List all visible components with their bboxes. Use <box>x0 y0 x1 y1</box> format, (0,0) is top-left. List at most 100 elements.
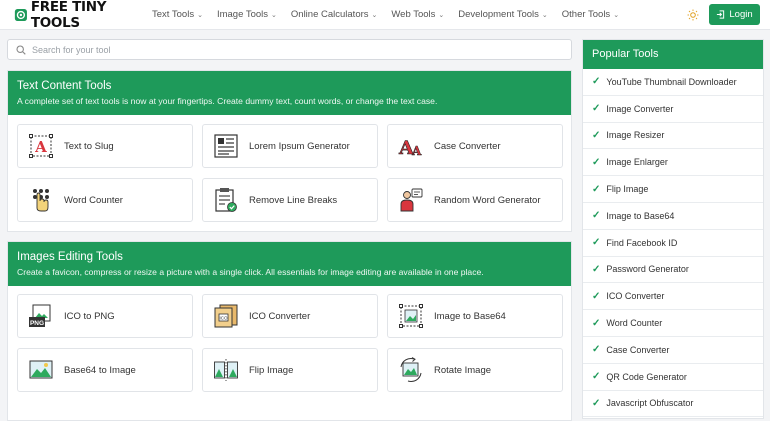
tool-label: Flip Image <box>249 364 294 376</box>
svg-text:ICO: ICO <box>219 316 228 321</box>
tool-card-image-to-base64[interactable]: Image to Base64 <box>387 294 563 338</box>
remove-line-breaks-icon <box>212 186 240 214</box>
login-icon <box>717 10 725 19</box>
tool-label: Random Word Generator <box>434 194 541 206</box>
tool-card-ico-converter[interactable]: ICO ICO Converter <box>202 294 378 338</box>
svg-text:PNG: PNG <box>30 320 44 327</box>
tool-card-ico-to-png[interactable]: PNG ICO to PNG <box>17 294 193 338</box>
section-description: A complete set of text tools is now at y… <box>17 96 438 106</box>
menu-item-development-tools[interactable]: Development Tools ⌄ <box>458 9 548 20</box>
tool-card-lorem-ipsum[interactable]: Lorem Ipsum Generator <box>202 124 378 168</box>
sidebar-item[interactable]: ✓ Find Facebook ID <box>583 230 763 257</box>
sidebar-item-label: YouTube Thumbnail Downloader <box>606 76 737 87</box>
menu-label: Other Tools <box>561 9 611 20</box>
case-converter-icon: A A <box>397 132 425 160</box>
check-icon: ✓ <box>592 344 601 356</box>
sidebar-item[interactable]: ✓ Password Generator <box>583 257 763 284</box>
logo-text: FREE TINY TOOLS <box>30 0 107 31</box>
theme-toggle-button[interactable] <box>685 7 701 23</box>
tool-label: Lorem Ipsum Generator <box>249 140 350 152</box>
images-editing-tools-section: Images Editing Tools Create a favicon, c… <box>7 241 572 421</box>
sidebar-item[interactable]: ✓ Flip Image <box>583 176 763 203</box>
sidebar-item-label: Javascript Obfuscator <box>606 398 694 409</box>
chevron-down-icon: ⌄ <box>438 11 445 19</box>
random-word-icon <box>397 186 425 214</box>
popular-tools-sidebar: Popular Tools ✓ YouTube Thumbnail Downloa… <box>582 39 764 419</box>
tool-card-word-counter[interactable]: Word Counter <box>17 178 193 222</box>
check-icon: ✓ <box>592 237 601 249</box>
tool-label: ICO to PNG <box>64 310 115 322</box>
menu-item-web-tools[interactable]: Web Tools ⌄ <box>391 9 444 20</box>
check-icon: ✓ <box>592 103 601 115</box>
sidebar-item[interactable]: ✓ Image to Base64 <box>583 203 763 230</box>
section-title: Text Content Tools <box>17 80 112 92</box>
menu-label: Image Tools <box>216 9 269 20</box>
sidebar-item[interactable]: ✓ Image Resizer <box>583 123 763 150</box>
sidebar-item-label: Case Converter <box>606 344 670 355</box>
sidebar-item[interactable]: ✓ Image Enlarger <box>583 149 763 177</box>
flip-image-icon <box>212 356 240 384</box>
text-slug-icon: A <box>27 132 55 160</box>
check-icon: ✓ <box>592 210 601 222</box>
tool-card-case-converter[interactable]: A A Case Converter <box>387 124 563 168</box>
sidebar-item[interactable]: ✓ ICO Converter <box>583 283 763 311</box>
tool-label: Base64 to Image <box>64 364 136 376</box>
chevron-down-icon: ⌄ <box>371 11 378 19</box>
tool-card-flip-image[interactable]: Flip Image <box>202 348 378 392</box>
sidebar-item-label: Find Facebook ID <box>606 237 678 248</box>
menu-label: Development Tools <box>458 9 539 20</box>
sidebar-item[interactable]: ✓ Image Converter <box>583 96 763 123</box>
check-icon: ✓ <box>592 371 601 383</box>
sidebar-item[interactable]: ✓ Javascript Obfuscator <box>583 391 763 418</box>
svg-text:A: A <box>34 138 47 156</box>
main-menu: Text Tools ⌄ Image Tools ⌄ Online Calculat… <box>152 9 633 20</box>
sidebar-item-label: Flip Image <box>606 184 649 195</box>
tool-card-random-word-generator[interactable]: Random Word Generator <box>387 178 563 222</box>
chevron-down-icon: ⌄ <box>541 11 548 19</box>
menu-item-online-calculators[interactable]: Online Calculators ⌄ <box>291 9 378 20</box>
sidebar-item-label: Image to Base64 <box>606 210 675 221</box>
sidebar-item-label: ICO Converter <box>606 291 665 302</box>
tool-label: Rotate Image <box>434 364 492 376</box>
section-header: Text Content Tools A complete set of tex… <box>8 71 571 115</box>
ico-to-png-icon: PNG <box>27 302 55 330</box>
sidebar-item[interactable]: ✓ Case Converter <box>583 337 763 364</box>
section-header: Images Editing Tools Create a favicon, c… <box>8 242 571 286</box>
word-counter-icon <box>27 186 55 214</box>
sidebar-item[interactable]: ✓ YouTube Thumbnail Downloader <box>583 69 763 96</box>
svg-text:A: A <box>411 144 422 158</box>
sun-icon <box>687 9 699 21</box>
tool-card-text-to-slug[interactable]: A Text to Slug <box>17 124 193 168</box>
sidebar-item-label: Image Resizer <box>606 130 665 141</box>
sidebar-item[interactable]: ✓ QR Code Generator <box>583 364 763 391</box>
menu-item-other-tools[interactable]: Other Tools ⌄ <box>562 9 619 20</box>
login-button[interactable]: Login <box>709 4 760 25</box>
chevron-down-icon: ⌄ <box>197 11 203 19</box>
sidebar-item-label: Word Counter <box>606 318 663 329</box>
check-icon: ✓ <box>592 290 601 302</box>
check-icon: ✓ <box>592 317 601 329</box>
chevron-down-icon: ⌄ <box>613 11 620 19</box>
check-icon: ✓ <box>592 183 601 195</box>
tool-card-remove-line-breaks[interactable]: Remove Line Breaks <box>202 178 378 222</box>
check-icon: ✓ <box>592 156 601 168</box>
chevron-down-icon: ⌄ <box>271 11 277 19</box>
menu-item-image-tools[interactable]: Image Tools ⌄ <box>217 9 277 20</box>
menu-label: Web Tools <box>391 9 436 20</box>
section-description: Create a favicon, compress or resize a p… <box>17 267 484 277</box>
sidebar-item-label: Image Enlarger <box>606 157 668 168</box>
search-input[interactable] <box>32 44 532 55</box>
tool-search-box[interactable] <box>7 39 572 60</box>
ico-converter-icon: ICO <box>212 302 240 330</box>
sidebar-item[interactable]: ✓ Word Counter <box>583 310 763 337</box>
rotate-image-icon <box>397 356 425 384</box>
menu-item-text-tools[interactable]: Text Tools ⌄ <box>152 9 203 20</box>
tool-label: Image to Base64 <box>434 310 506 322</box>
section-title: Images Editing Tools <box>17 251 123 263</box>
site-logo[interactable]: FREE TINY TOOLS <box>14 0 142 31</box>
login-label: Login <box>729 9 753 20</box>
text-content-tools-section: Text Content Tools A complete set of tex… <box>7 70 572 232</box>
tool-card-base64-to-image[interactable]: Base64 to Image <box>17 348 193 392</box>
tool-card-rotate-image[interactable]: Rotate Image <box>387 348 563 392</box>
top-navbar: FREE TINY TOOLS Text Tools ⌄ Image Tools ⌄… <box>0 0 770 31</box>
